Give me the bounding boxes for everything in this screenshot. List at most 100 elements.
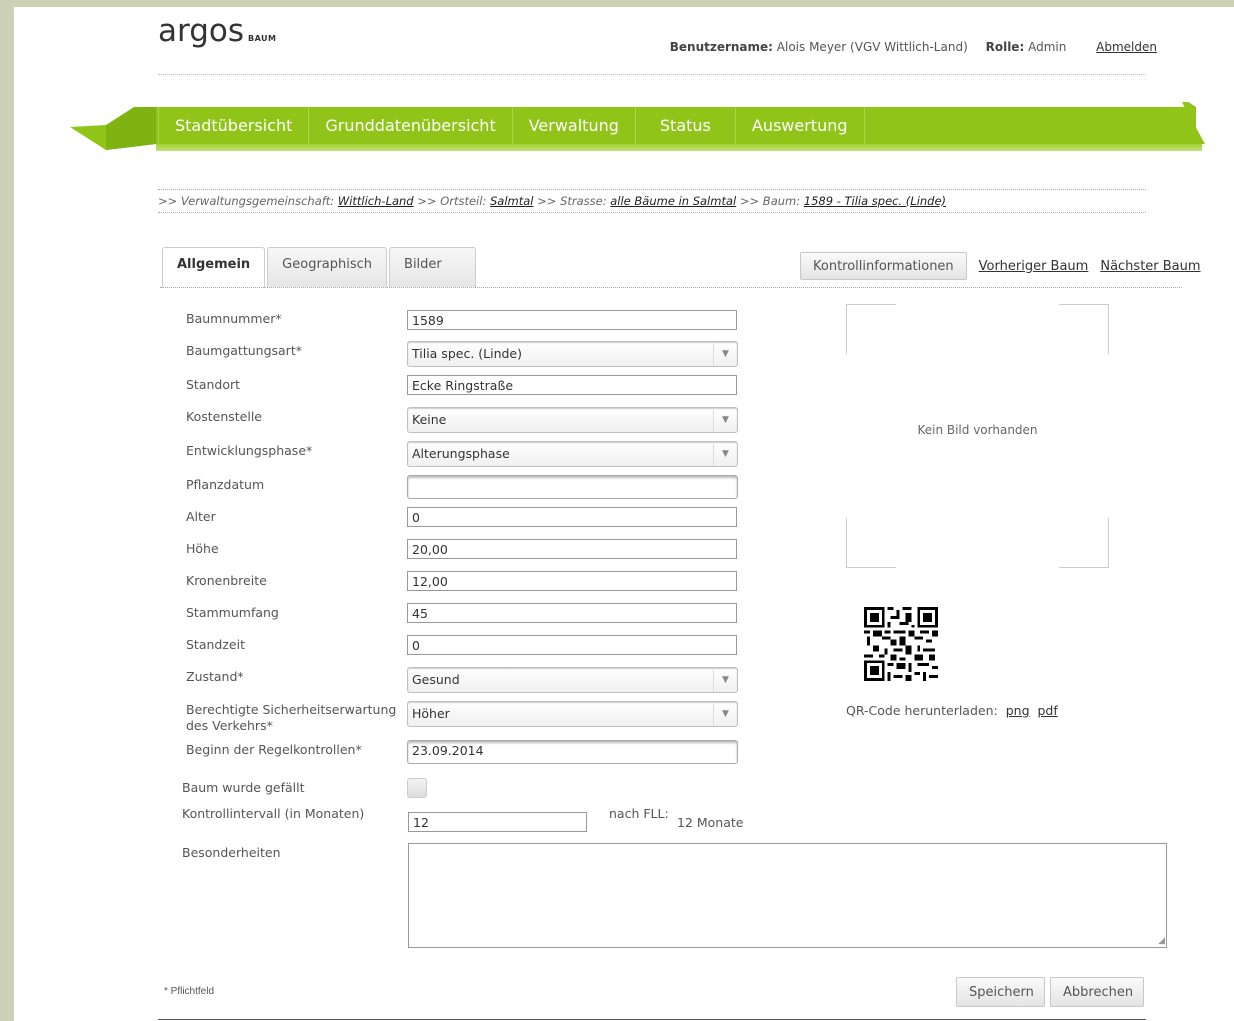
breadcrumb-prefix-baum: >> Baum: [736,194,804,208]
sicherheitserwartung-value: Höher [412,706,450,721]
kronenbreite-label: Kronenbreite [186,573,267,588]
qr-download-pdf-link[interactable]: pdf [1038,703,1058,718]
nav-auswertung[interactable]: Auswertung [736,107,865,144]
chevron-down-icon: ▼ [713,408,737,432]
no-image-text: Kein Bild vorhanden [917,423,1038,437]
breadcrumb-prefix-strasse: >> Strasse: [533,194,611,208]
save-button[interactable]: Speichern [956,977,1045,1007]
role-label: Rolle: [985,40,1025,54]
nav-grunddatenuebersicht[interactable]: Grunddatenübersicht [309,107,513,144]
logo-sub: BAUM [248,34,277,43]
tree-image-placeholder: Kein Bild vorhanden [846,304,1109,568]
nav-stadtuebersicht[interactable]: Stadtübersicht [158,107,310,144]
logo-main: argos [158,13,244,49]
resize-grip-icon[interactable]: ◢ [1158,936,1165,946]
required-field-note: * Pflichtfeld [164,986,215,997]
nav-status[interactable]: Status [636,107,736,144]
hoehe-label: Höhe [186,541,219,556]
kontrollintervall-input[interactable]: 12 [408,812,587,832]
breadcrumb: >> Verwaltungsgemeinschaft: Wittlich-Lan… [158,189,1146,213]
main-nav: Stadtübersicht Grunddatenübersicht Verwa… [70,102,1220,162]
kostenstelle-label: Kostenstelle [186,409,262,424]
kostenstelle-select[interactable]: Keine ▼ [407,407,738,433]
zustand-value: Gesund [412,672,460,687]
breadcrumb-link-strasse[interactable]: alle Bäume in Salmtal [610,194,736,208]
chevron-down-icon: ▼ [713,342,737,366]
regelkontrollen-label: Beginn der Regelkontrollen* [186,742,362,757]
standort-label: Standort [186,377,241,392]
breadcrumb-prefix-vg: >> Verwaltungsgemeinschaft: [158,194,338,208]
kostenstelle-value: Keine [412,412,447,427]
gefaellt-checkbox[interactable] [407,778,427,798]
standort-input[interactable]: Ecke Ringstraße [407,375,737,395]
sicherheitserwartung-label-line1: Berechtigte Sicherheitserwartung [186,702,397,717]
frame-corner [846,304,896,354]
frame-corner [846,518,896,568]
zustand-select[interactable]: Gesund ▼ [407,667,738,693]
standzeit-label: Standzeit [186,637,245,652]
qr-download-png-link[interactable]: png [1006,703,1030,718]
sicherheitserwartung-select[interactable]: Höher ▼ [407,701,738,727]
baumgattungsart-value: Tilia spec. (Linde) [412,346,522,361]
qr-download: QR-Code herunterladen: png pdf [846,703,1058,718]
besonderheiten-textarea[interactable]: ◢ [408,843,1167,948]
baumgattungsart-select[interactable]: Tilia spec. (Linde) ▼ [407,341,738,367]
next-tree-link[interactable]: Nächster Baum [1100,259,1200,274]
breadcrumb-link-verwaltungsgemeinschaft[interactable]: Wittlich-Land [338,194,414,208]
kontrollintervall-label: Kontrollintervall (in Monaten) [182,806,365,821]
logout-link[interactable]: Abmelden [1096,40,1157,54]
stammumfang-input[interactable]: 45 [407,603,737,623]
standzeit-input[interactable]: 0 [407,635,737,655]
sicherheitserwartung-label-line2: des Verkehrs* [186,718,273,733]
tabs-divider [160,287,1182,288]
header-divider [158,74,1146,75]
nav-items: Stadtübersicht Grunddatenübersicht Verwa… [158,107,865,144]
breadcrumb-link-ortsteil[interactable]: Salmtal [490,194,534,208]
stammumfang-label: Stammumfang [186,605,279,620]
username-label: Benutzername: [669,40,773,54]
hoehe-input[interactable]: 20,00 [407,539,737,559]
fll-value: 12 Monate [677,815,744,830]
chevron-down-icon: ▼ [713,668,737,692]
entwicklungsphase-label: Entwicklungsphase* [186,443,313,458]
previous-tree-link[interactable]: Vorheriger Baum [979,259,1089,274]
regelkontrollen-input[interactable]: 23.09.2014 [407,740,738,764]
chevron-down-icon: ▼ [713,442,737,466]
user-bar: Benutzername: Alois Meyer (VGV Wittlich-… [670,40,1157,54]
frame-corner [1059,304,1109,354]
kontrollinformationen-button[interactable]: Kontrollinformationen [800,252,967,280]
zustand-label: Zustand* [186,669,244,684]
qr-code-image [864,607,938,681]
alter-input[interactable]: 0 [407,507,737,527]
baumnummer-input[interactable]: 1589 [407,310,737,330]
gefaellt-label: Baum wurde gefällt [182,780,305,795]
alter-label: Alter [186,509,216,524]
baumgattungsart-label: Baumgattungsart* [186,343,302,358]
kronenbreite-input[interactable]: 12,00 [407,571,737,591]
tab-geographisch[interactable]: Geographisch [267,247,388,287]
fll-label: nach FLL: [609,806,669,821]
pflanzdatum-input[interactable] [407,475,738,499]
breadcrumb-prefix-ortsteil: >> Ortsteil: [413,194,490,208]
entwicklungsphase-select[interactable]: Alterungsphase ▼ [407,441,738,467]
tab-bilder[interactable]: Bilder [389,247,477,287]
sicherheitserwartung-label: Berechtigte Sicherheitserwartung des Ver… [186,702,396,734]
baumnummer-label: Baumnummer* [186,311,282,326]
nav-verwaltung[interactable]: Verwaltung [513,107,636,144]
qr-download-label: QR-Code herunterladen: [846,703,998,718]
entwicklungsphase-value: Alterungsphase [412,446,510,461]
tree-actions: Kontrollinformationen Vorheriger Baum Nä… [800,252,1201,280]
username-value: Alois Meyer (VGV Wittlich-Land) [776,40,968,54]
breadcrumb-link-baum[interactable]: 1589 - Tilia spec. (Linde) [804,194,946,208]
besonderheiten-label: Besonderheiten [182,845,281,860]
cancel-button[interactable]: Abbrechen [1050,977,1144,1007]
footer-divider [158,1019,1146,1020]
role-value: Admin [1028,40,1067,54]
frame-corner [1059,518,1109,568]
page: argos BAUM Benutzername: Alois Meyer (VGV… [14,7,1234,1021]
tab-allgemein[interactable]: Allgemein [162,247,266,288]
pflanzdatum-label: Pflanzdatum [186,477,265,492]
nav-bar-shadow [156,144,1202,151]
tab-bar: Allgemein Geographisch Bilder [162,247,478,288]
logo[interactable]: argos BAUM [158,13,277,49]
